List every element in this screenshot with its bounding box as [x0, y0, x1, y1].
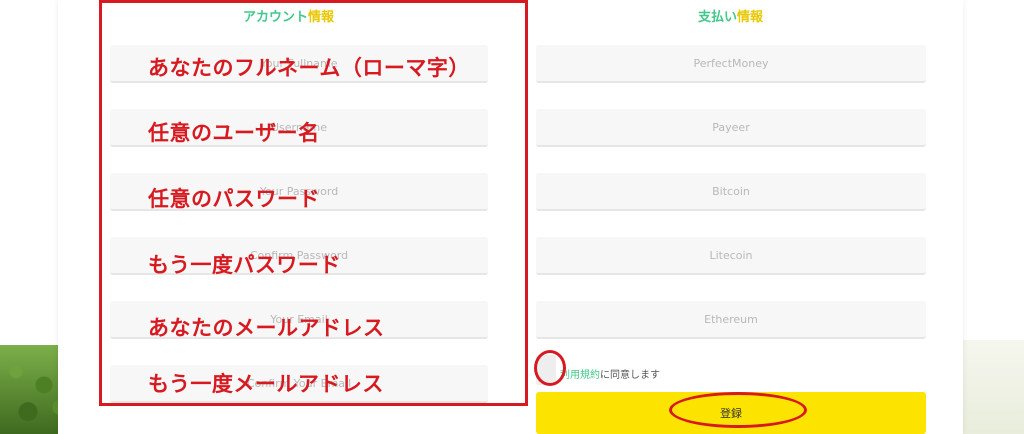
fullname-input[interactable] [110, 45, 488, 83]
password-input[interactable] [110, 173, 488, 211]
account-title-yellow: 情報 [308, 10, 335, 25]
confirm-email-input[interactable] [110, 365, 488, 403]
confirm-password-input[interactable] [110, 237, 488, 275]
account-title-green: アカウント [243, 10, 309, 25]
account-section-title: アカウント情報 [243, 6, 334, 25]
username-input[interactable] [110, 109, 488, 147]
payment-title-yellow: 情報 [737, 10, 764, 25]
registration-card: アカウント情報 支払い情報 利用規約に同意します 登録 [58, 0, 963, 434]
register-button[interactable]: 登録 [536, 392, 926, 434]
terms-link[interactable]: 利用規約 [560, 370, 600, 381]
email-input[interactable] [110, 301, 488, 339]
terms-suffix: に同意します [600, 370, 660, 381]
payeer-input[interactable] [536, 109, 926, 147]
ethereum-input[interactable] [536, 301, 926, 339]
terms-label: 利用規約に同意します [560, 366, 660, 381]
bitcoin-input[interactable] [536, 173, 926, 211]
payment-section-title: 支払い情報 [698, 6, 763, 25]
terms-checkbox[interactable] [536, 355, 556, 385]
background-right-image [960, 340, 1024, 434]
payment-title-green: 支払い [698, 10, 738, 25]
litecoin-input[interactable] [536, 237, 926, 275]
perfectmoney-input[interactable] [536, 45, 926, 83]
